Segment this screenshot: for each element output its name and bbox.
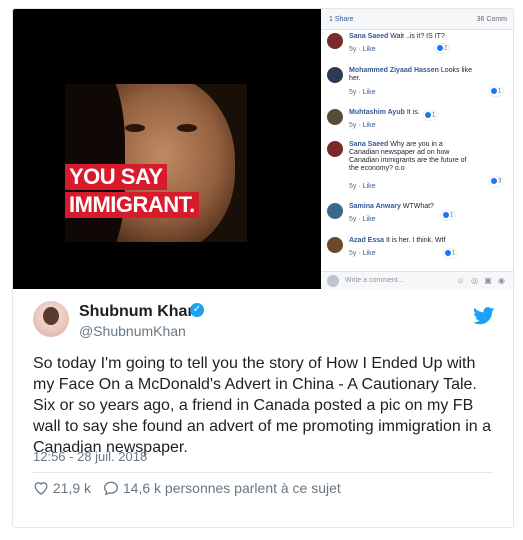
tweet-text: So today I'm going to tell you the story…	[33, 355, 492, 456]
fb-comment-time: 5y	[349, 250, 357, 257]
like-reaction-icon	[445, 250, 451, 256]
fb-comment-author[interactable]: Sana Saeed	[349, 33, 388, 40]
comment-icon	[103, 481, 119, 496]
ad-slogan-line1: YOU SAY	[65, 164, 167, 190]
avatar[interactable]	[33, 301, 69, 337]
fb-reaction-count[interactable]: 3	[489, 177, 504, 186]
fb-like-link[interactable]: Like	[363, 89, 376, 96]
fb-comment-text: Wait ..is it? IS IT?	[390, 33, 445, 40]
avatar[interactable]	[327, 67, 343, 83]
fb-comment-text: It is.	[406, 109, 420, 116]
author-handle[interactable]: @ShubnumKhan	[79, 323, 186, 339]
embedded-tweet: YOU SAY IMMIGRANT. 1 Share 36 Comm Sana …	[12, 8, 514, 528]
like-reaction-icon	[491, 178, 497, 184]
like-reaction-icon	[491, 88, 497, 94]
fb-reaction-count[interactable]: 1	[441, 211, 456, 220]
like-reaction-icon	[437, 45, 443, 51]
heart-icon	[34, 482, 48, 495]
fb-like-link[interactable]: Like	[363, 216, 376, 223]
fb-comment-time: 5y	[349, 122, 357, 129]
fb-comment-author[interactable]: Mohammed Ziyaad Hassen	[349, 67, 439, 74]
tweet-body: Shubnum Khan ✓ @ShubnumKhan So today I'm…	[13, 289, 513, 527]
fb-comment-author[interactable]: Sana Saeed	[349, 141, 388, 148]
fb-like-link[interactable]: Like	[363, 183, 376, 190]
fb-share-count[interactable]: 1 Share	[329, 16, 354, 23]
fb-comment-input[interactable]: Write a comment...	[345, 277, 404, 284]
like-count: 21,9 k	[52, 480, 92, 496]
fb-like-link[interactable]: Like	[363, 46, 376, 53]
fb-comment-author[interactable]: Muhtashim Ayub	[349, 109, 405, 116]
avatar[interactable]	[327, 237, 343, 253]
ad-slogan-line2: IMMIGRANT.	[65, 192, 199, 218]
fb-stats-bar: 1 Share 36 Comm	[321, 9, 513, 30]
fb-reaction-count[interactable]: 1	[489, 87, 504, 96]
fb-comment-author[interactable]: Samina Anwary	[349, 203, 401, 210]
fb-like-link[interactable]: Like	[363, 122, 376, 129]
fb-reaction-count[interactable]: 1	[423, 111, 438, 120]
ad-photo: YOU SAY IMMIGRANT.	[65, 84, 247, 242]
avatar[interactable]	[327, 203, 343, 219]
fb-comment-author[interactable]: Azad Essa	[349, 237, 384, 244]
like-reaction-icon	[425, 112, 431, 118]
fb-comment-time: 5y	[349, 89, 357, 96]
fb-comment-count[interactable]: 36 Comm	[477, 16, 507, 23]
fb-attachment-icons[interactable]: ☺ ◎ ▣ ◉	[457, 276, 507, 285]
twitter-bird-icon[interactable]	[473, 307, 495, 325]
verified-icon: ✓	[190, 303, 204, 317]
facebook-comments-panel: 1 Share 36 Comm Sana Saeed Wait ..is it?…	[321, 9, 513, 290]
avatar[interactable]	[327, 109, 343, 125]
reply-button[interactable]: 14,6 k personnes parlent à ce sujet	[103, 480, 341, 496]
like-button[interactable]: 21,9 k	[33, 480, 91, 496]
tweet-timestamp[interactable]: 12:56 - 28 juil. 2018	[33, 449, 147, 464]
tweet-media[interactable]: YOU SAY IMMIGRANT. 1 Share 36 Comm Sana …	[13, 9, 513, 290]
avatar[interactable]	[327, 33, 343, 49]
fb-comment-text: WTWhat?	[402, 203, 434, 210]
conversation-count: 14,6 k personnes parlent à ce sujet	[122, 480, 341, 496]
author-name[interactable]: Shubnum Khan	[79, 303, 197, 321]
avatar	[327, 275, 339, 287]
fb-comment-time: 5y	[349, 216, 357, 223]
fb-write-comment[interactable]: Write a comment... ☺ ◎ ▣ ◉	[321, 271, 513, 290]
avatar[interactable]	[327, 141, 343, 157]
divider	[33, 472, 493, 473]
fb-comment-text: It is her. I think. Wtf	[385, 237, 446, 244]
fb-like-link[interactable]: Like	[363, 250, 376, 257]
like-reaction-icon	[443, 212, 449, 218]
fb-reaction-count[interactable]: 1	[443, 249, 458, 258]
fb-comment-time: 5y	[349, 183, 357, 190]
fb-reaction-count[interactable]: 2	[435, 44, 450, 53]
fb-comment-time: 5y	[349, 46, 357, 53]
